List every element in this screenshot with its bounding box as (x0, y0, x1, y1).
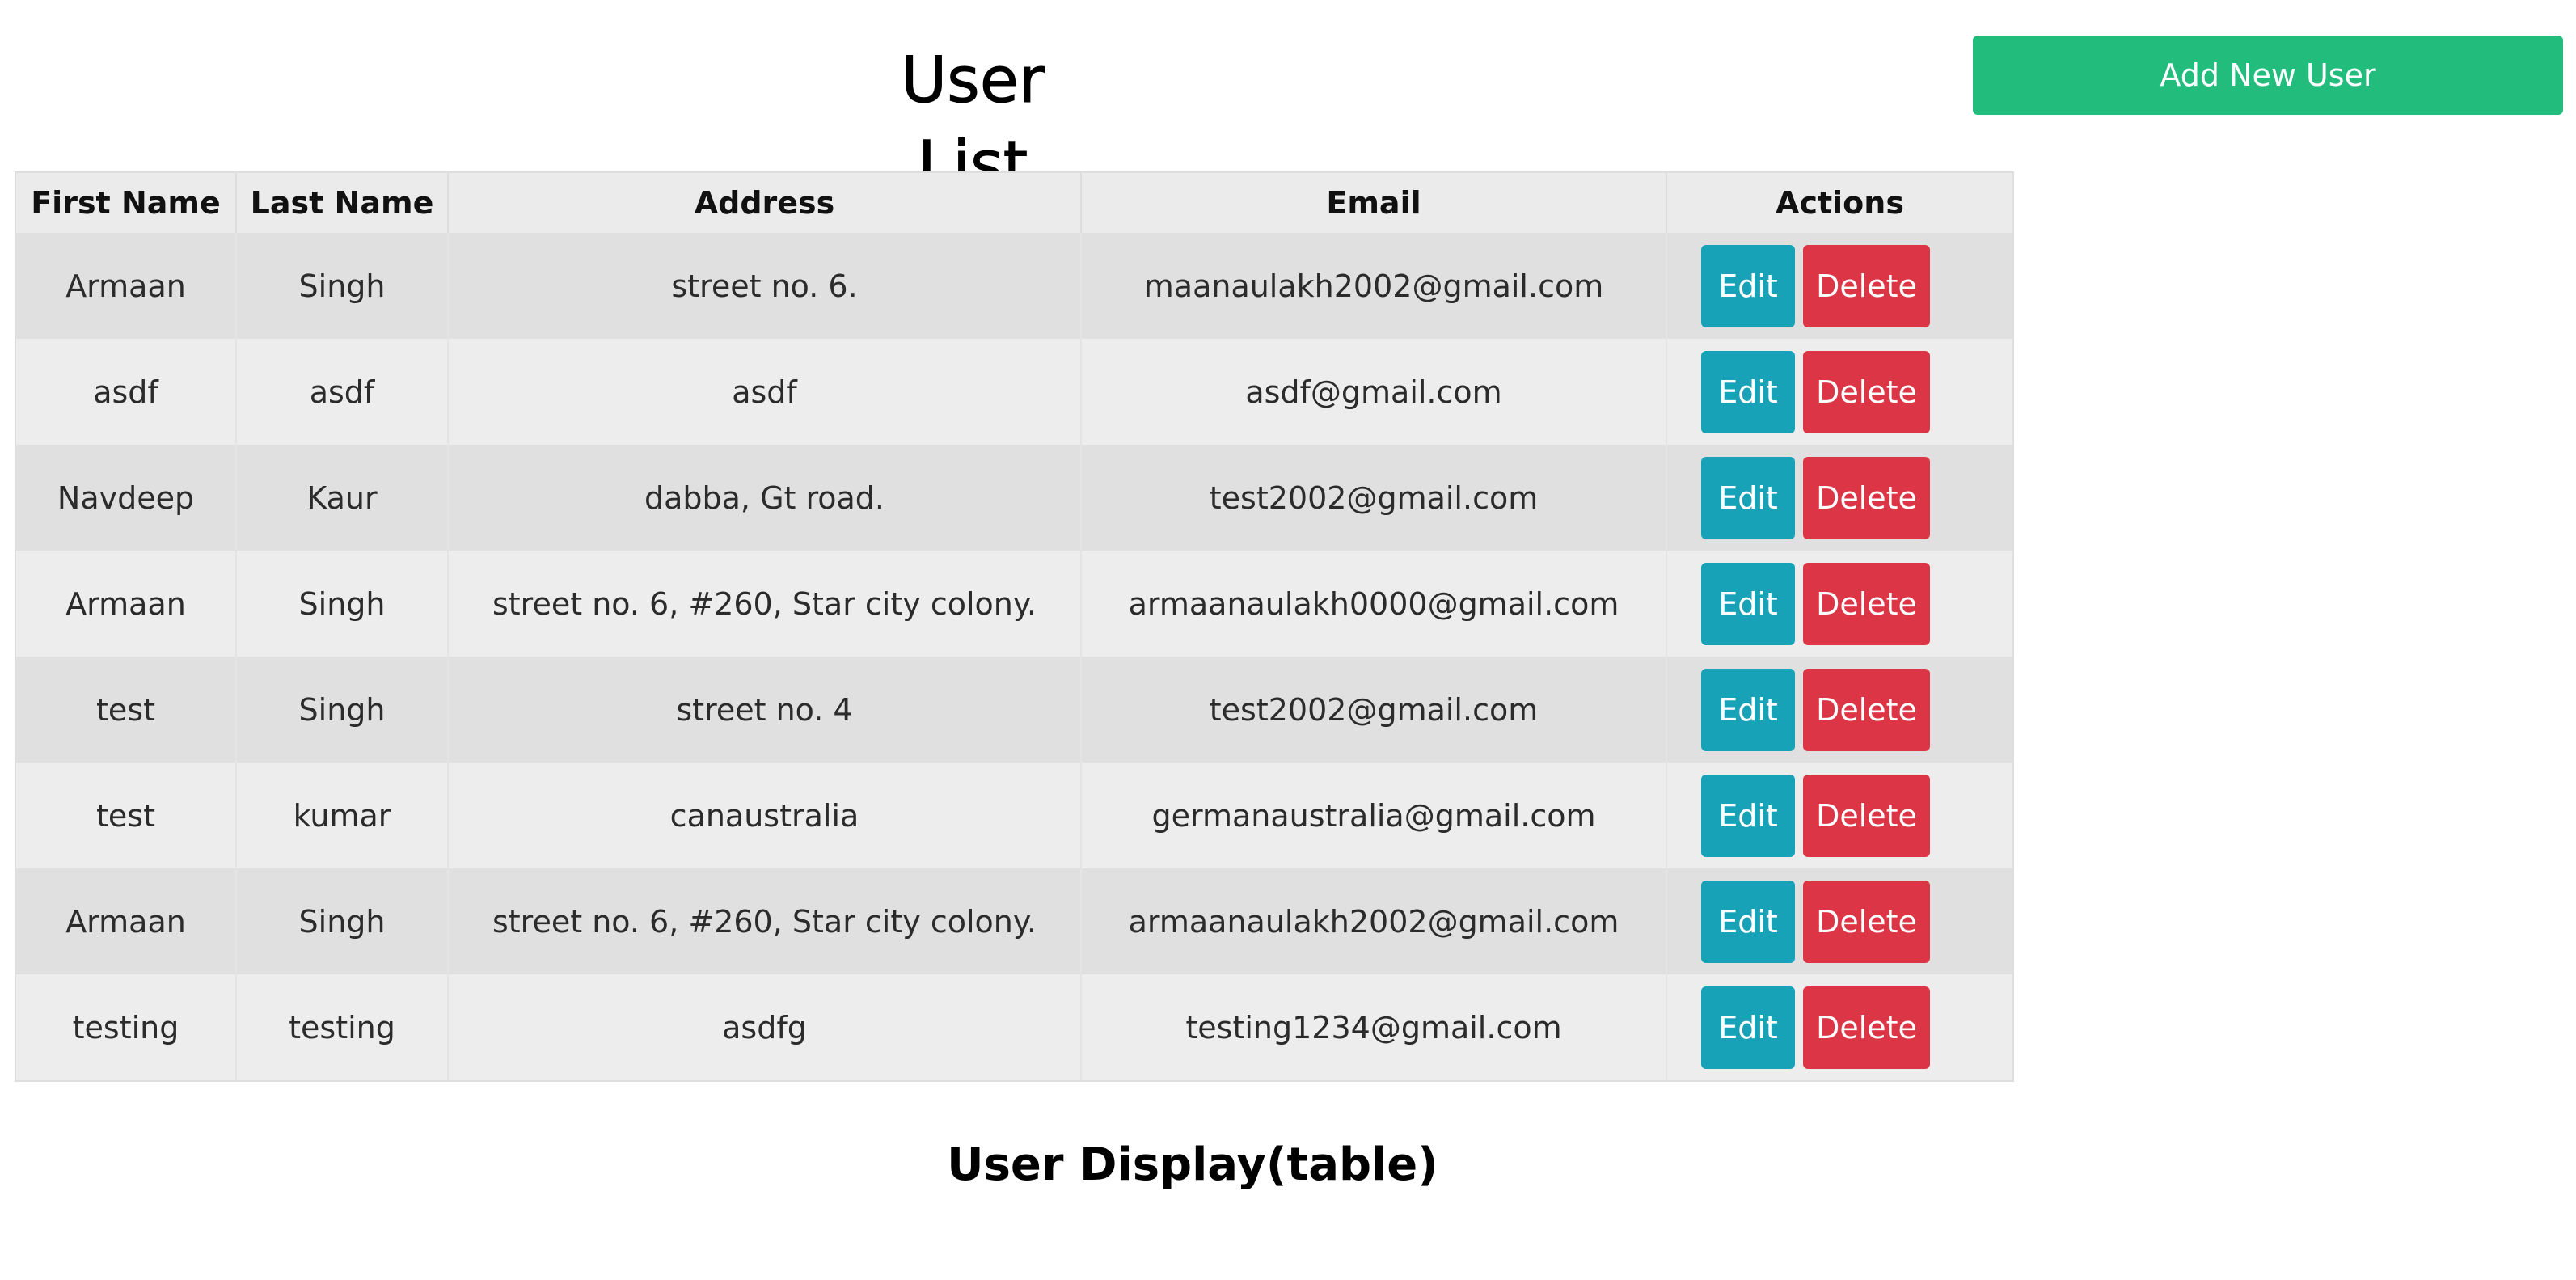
cell-address: street no. 4 (448, 657, 1082, 763)
cell-email: germanaustralia@gmail.com (1081, 763, 1667, 868)
row-actions: Edit Delete (1667, 986, 2012, 1069)
cell-email: armaanaulakh0000@gmail.com (1081, 551, 1667, 657)
column-header-email: Email (1081, 173, 1667, 233)
user-table: First Name Last Name Address Email Actio… (16, 173, 2012, 1080)
cell-first-name: Armaan (16, 233, 237, 339)
cell-last-name: Singh (236, 551, 449, 657)
edit-button[interactable]: Edit (1701, 456, 1795, 539)
delete-button[interactable]: Delete (1803, 350, 1930, 433)
row-actions: Edit Delete (1667, 562, 2012, 645)
column-header-actions: Actions (1666, 173, 2012, 233)
delete-button[interactable]: Delete (1803, 774, 1930, 857)
row-actions: Edit Delete (1667, 668, 2012, 751)
row-actions: Edit Delete (1667, 350, 2012, 433)
delete-button[interactable]: Delete (1803, 986, 1930, 1069)
cell-email: armaanaulakh2002@gmail.com (1081, 868, 1667, 974)
cell-address: dabba, Gt road. (448, 445, 1082, 551)
cell-last-name: Kaur (236, 445, 449, 551)
delete-button[interactable]: Delete (1803, 244, 1930, 327)
column-header-last-name: Last Name (236, 173, 449, 233)
cell-first-name: test (16, 763, 237, 868)
cell-actions: Edit Delete (1666, 868, 2012, 974)
cell-actions: Edit Delete (1666, 974, 2012, 1080)
cell-address: asdf (448, 339, 1082, 445)
row-actions: Edit Delete (1667, 880, 2012, 963)
delete-button[interactable]: Delete (1803, 456, 1930, 539)
cell-first-name: testing (16, 974, 237, 1080)
cell-last-name: testing (236, 974, 449, 1080)
table-row: test kumar canaustralia germanaustralia@gma… (16, 763, 2012, 868)
column-header-address: Address (448, 173, 1082, 233)
cell-first-name: Armaan (16, 868, 237, 974)
cell-address: street no. 6, #260, Star city colony. (448, 868, 1082, 974)
cell-email: asdf@gmail.com (1081, 339, 1667, 445)
edit-button[interactable]: Edit (1701, 774, 1795, 857)
edit-button[interactable]: Edit (1701, 880, 1795, 963)
cell-last-name: Singh (236, 868, 449, 974)
add-new-user-button[interactable]: Add New User (1973, 36, 2563, 115)
table-row: Armaan Singh street no. 6, #260, Star city… (16, 868, 2012, 974)
cell-email: test2002@gmail.com (1081, 657, 1667, 763)
row-actions: Edit Delete (1667, 456, 2012, 539)
cell-actions: Edit Delete (1666, 551, 2012, 657)
table-caption: User Display(table) (947, 1138, 1438, 1191)
cell-actions: Edit Delete (1666, 233, 2012, 339)
column-header-first-name: First Name (16, 173, 237, 233)
cell-actions: Edit Delete (1666, 445, 2012, 551)
edit-button[interactable]: Edit (1701, 562, 1795, 645)
cell-actions: Edit Delete (1666, 763, 2012, 868)
cell-actions: Edit Delete (1666, 339, 2012, 445)
cell-last-name: kumar (236, 763, 449, 868)
table-row: asdf asdf asdf asdf@gmail.com Edit Delete (16, 339, 2012, 445)
cell-address: asdfg (448, 974, 1082, 1080)
table-body: Armaan Singh street no. 6. maanaulakh2002@g… (16, 233, 2012, 1080)
cell-address: street no. 6, #260, Star city colony. (448, 551, 1082, 657)
table-row: Armaan Singh street no. 6. maanaulakh2002@g… (16, 233, 2012, 339)
row-actions: Edit Delete (1667, 244, 2012, 327)
edit-button[interactable]: Edit (1701, 350, 1795, 433)
cell-address: canaustralia (448, 763, 1082, 868)
cell-actions: Edit Delete (1666, 657, 2012, 763)
delete-button[interactable]: Delete (1803, 562, 1930, 645)
cell-last-name: asdf (236, 339, 449, 445)
edit-button[interactable]: Edit (1701, 668, 1795, 751)
delete-button[interactable]: Delete (1803, 880, 1930, 963)
table-header-row: First Name Last Name Address Email Actio… (16, 173, 2012, 233)
cell-first-name: test (16, 657, 237, 763)
cell-last-name: Singh (236, 233, 449, 339)
cell-first-name: asdf (16, 339, 237, 445)
table-row: test Singh street no. 4 test2002@gmail.com E… (16, 657, 2012, 763)
table-row: Armaan Singh street no. 6, #260, Star city… (16, 551, 2012, 657)
cell-email: maanaulakh2002@gmail.com (1081, 233, 1667, 339)
cell-email: test2002@gmail.com (1081, 445, 1667, 551)
user-table-container: First Name Last Name Address Email Actio… (15, 171, 2014, 1082)
table-row: Navdeep Kaur dabba, Gt road. test2002@gmail… (16, 445, 2012, 551)
row-actions: Edit Delete (1667, 774, 2012, 857)
cell-address: street no. 6. (448, 233, 1082, 339)
cell-first-name: Navdeep (16, 445, 237, 551)
page: User List Add New User First Name Last N… (0, 0, 2576, 1280)
edit-button[interactable]: Edit (1701, 244, 1795, 327)
cell-last-name: Singh (236, 657, 449, 763)
table-row: testing testing asdfg testing1234@gmail.com… (16, 974, 2012, 1080)
delete-button[interactable]: Delete (1803, 668, 1930, 751)
cell-email: testing1234@gmail.com (1081, 974, 1667, 1080)
cell-first-name: Armaan (16, 551, 237, 657)
edit-button[interactable]: Edit (1701, 986, 1795, 1069)
